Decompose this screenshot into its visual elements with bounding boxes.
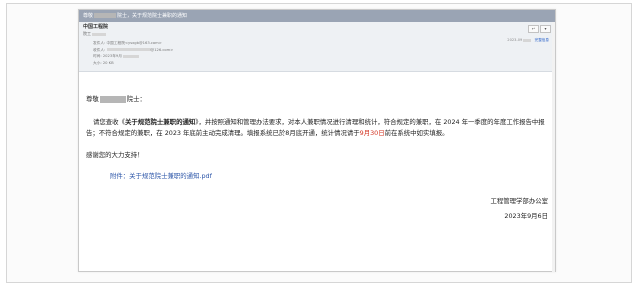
meta-size: 大小: 20 KB [93, 60, 551, 67]
notice-title: 关于规范院士兼职的通知 [124, 118, 196, 126]
redacted-time [123, 54, 140, 58]
greeting-prefix: 尊敬 [86, 95, 99, 103]
redacted-recipient-name [99, 95, 126, 103]
meta-from-value: 中国工程院<ysxgb@163.com> [106, 41, 162, 45]
greeting-suffix: 院士： [126, 95, 146, 103]
thanks-line: 感谢您的大力支持！ [86, 151, 144, 159]
signature-date: 2023年9月6日 [504, 212, 548, 220]
meta-time-label: 时间: [93, 54, 102, 58]
email-header: 中国工程院 院工 ↩ ▾ 2023-09 完整信息 发件人: 中国工程院<ysx… [79, 22, 555, 72]
window-title-suffix: 院士，关于规范院士兼职的通知 [117, 13, 188, 19]
more-button[interactable]: ▾ [540, 25, 551, 33]
meta-time-value: 2023年9月 [102, 54, 122, 58]
scrollbar[interactable] [552, 22, 555, 272]
para-part-3: 前在系统中如实填报。 [384, 129, 449, 137]
reply-button[interactable]: ↩ [528, 25, 539, 33]
greeting: 尊敬 院士： [86, 94, 548, 105]
header-buttons: ↩ ▾ [528, 25, 551, 33]
view-details-link[interactable]: 完整信息 [535, 38, 549, 42]
redacted-subline [92, 32, 107, 36]
signature-department: 工程管理学部办公室 [490, 197, 548, 205]
attachment-link[interactable]: 附件：关于规范院士兼职的通知.pdf [86, 171, 548, 182]
window-title-prefix: 尊敬 [83, 13, 94, 19]
window-title-bar: 尊敬 院士，关于规范院士兼职的通知 [79, 10, 555, 22]
redacted-date [523, 38, 532, 42]
meta-from-label: 发件人: [93, 41, 106, 45]
email-window: 尊敬 院士，关于规范院士兼职的通知 中国工程院 院工 ↩ ▾ 2023-09 完整… [78, 9, 556, 272]
meta-size-value: 20 KB [102, 60, 114, 65]
redacted-recipient [106, 48, 151, 51]
header-subline: 院工 [83, 31, 551, 37]
header-date-text: 2023-09 [507, 38, 523, 42]
sender-name: 中国工程院 [83, 24, 109, 30]
meta-details: 发件人: 中国工程院<ysxgb@163.com> 收件人: @126.com>… [83, 40, 551, 66]
email-body: 尊敬 院士： 请您查收《关于规范院士兼职的通知》，并按照通知和管理办法要求，对本人… [79, 72, 555, 222]
redacted-name [94, 13, 117, 18]
header-date: 2023-09 完整信息 [507, 38, 549, 43]
meta-to-label: 收件人: [93, 47, 106, 52]
deadline-highlight: 9月30日 [359, 129, 385, 137]
header-subline-text: 院工 [83, 31, 91, 36]
meta-size-label: 大小: [93, 60, 102, 65]
main-paragraph: 请您查收《关于规范院士兼职的通知》，并按照通知和管理办法要求，对本人兼职情况进行… [86, 117, 548, 139]
para-part-1: 请您查收《 [93, 118, 125, 126]
meta-to-suffix: @126.com> [150, 47, 174, 52]
